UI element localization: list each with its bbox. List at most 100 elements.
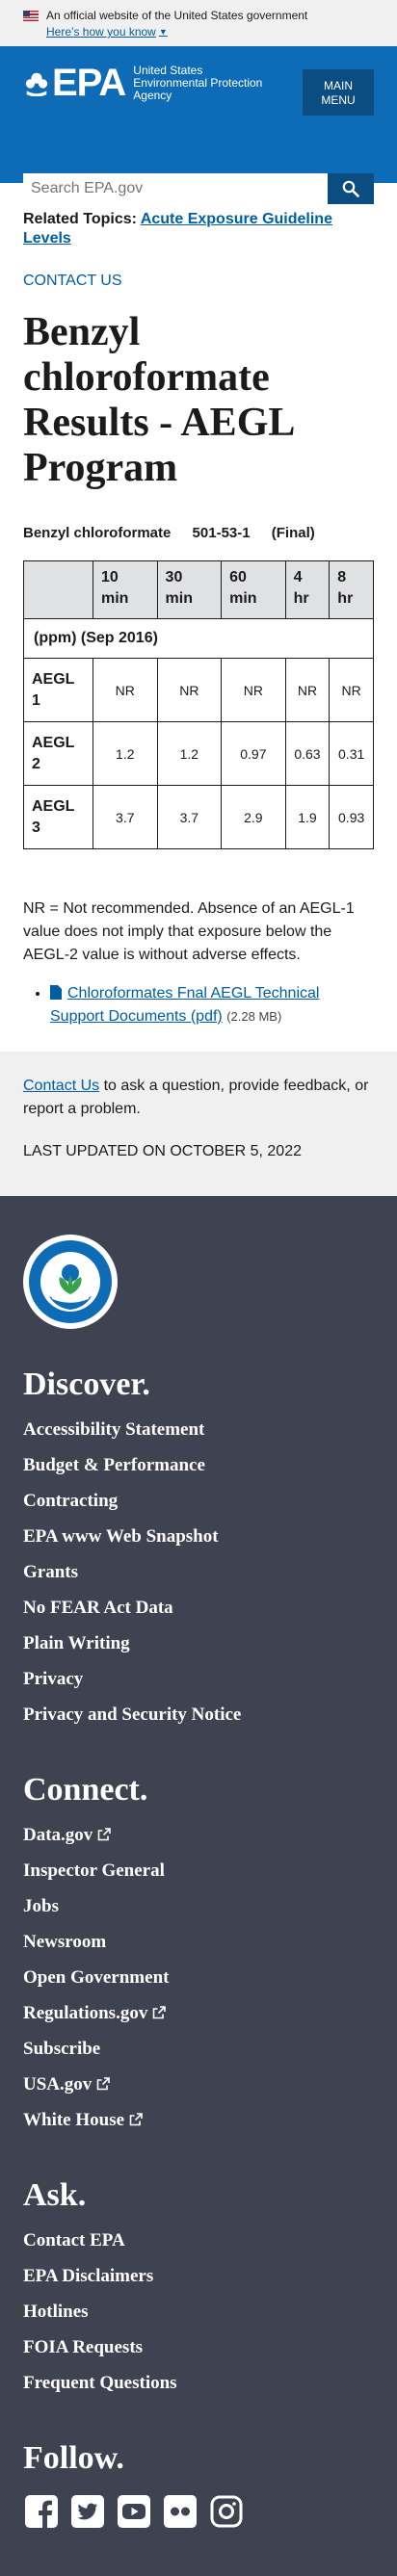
footer-link-web-snapshot[interactable]: EPA www Web Snapshot <box>23 1526 219 1547</box>
list-item: Regulations.gov <box>23 1995 374 2031</box>
table-cell: 0.31 <box>329 721 374 786</box>
list-item: Contact EPA <box>23 2223 374 2258</box>
table-header-cell <box>23 560 93 619</box>
page-title: Benzyl chloroformate Results - AEGL Prog… <box>23 310 294 490</box>
row-label: AEGL 3 <box>23 785 93 849</box>
footer-link-usa-gov[interactable]: USA.gov <box>23 2074 111 2095</box>
external-link-icon <box>129 2113 143 2126</box>
footer-link-plain-writing[interactable]: Plain Writing <box>23 1633 130 1653</box>
list-item: White House <box>23 2102 374 2138</box>
list-item: Jobs <box>23 1888 374 1924</box>
footer-link-privacy-security[interactable]: Privacy and Security Notice <box>23 1704 241 1725</box>
footer-link-contracting[interactable]: Contracting <box>23 1491 118 1511</box>
table-cell: 1.9 <box>284 785 331 849</box>
footer-link-privacy[interactable]: Privacy <box>23 1669 83 1689</box>
list-item: Grants <box>23 1554 374 1590</box>
footer-link-grants[interactable]: Grants <box>23 1562 78 1582</box>
list-item: Data.gov <box>23 1817 374 1853</box>
footer-link-jobs[interactable]: Jobs <box>23 1896 59 1916</box>
table-cell: NR <box>284 658 331 722</box>
list-item: No FEAR Act Data <box>23 1590 374 1626</box>
row-label: AEGL 1 <box>23 658 93 722</box>
table-unit-cell: (ppm) (Sep 2016) <box>23 618 374 659</box>
list-item: Privacy and Security Notice <box>23 1697 374 1732</box>
list-item: Chloroformates Fnal AEGL Technical Suppo… <box>50 982 374 1028</box>
footer-link-inspector-general[interactable]: Inspector General <box>23 1860 165 1881</box>
list-item: Privacy <box>23 1661 374 1697</box>
table-cell: NR <box>156 658 223 722</box>
ask-links: Contact EPA EPA Disclaimers Hotlines FOI… <box>23 2223 374 2401</box>
footer-link-hotlines[interactable]: Hotlines <box>23 2302 89 2322</box>
agency-name-line1: United States <box>133 63 203 77</box>
related-topics: Related Topics: Acute Exposure Guideline… <box>23 210 374 248</box>
agency-name-line2: Environmental Protection <box>133 75 263 90</box>
twitter-icon[interactable] <box>69 2493 106 2530</box>
epa-logo-mark: EPA <box>23 62 126 104</box>
footer-link-open-government[interactable]: Open Government <box>23 1967 169 1988</box>
footer-link-white-house[interactable]: White House <box>23 2110 143 2130</box>
ask-heading: Ask. <box>23 2177 87 2213</box>
list-item: Plain Writing <box>23 1626 374 1661</box>
list-item: Budget & Performance <box>23 1447 374 1483</box>
list-item: FOIA Requests <box>23 2329 374 2365</box>
table-row: AEGL 3 3.7 3.7 2.9 1.9 0.93 <box>23 785 374 849</box>
follow-heading: Follow. <box>23 2440 124 2476</box>
link-label: Regulations.gov <box>23 2003 148 2023</box>
footer-link-contact-epa[interactable]: Contact EPA <box>23 2230 125 2251</box>
epa-flower-icon <box>25 72 48 96</box>
footer-link-faq[interactable]: Frequent Questions <box>23 2373 177 2393</box>
footer-link-disclaimers[interactable]: EPA Disclaimers <box>23 2266 153 2286</box>
documents-list: Chloroformates Fnal AEGL Technical Suppo… <box>23 982 374 1028</box>
list-item: Frequent Questions <box>23 2365 374 2401</box>
footer-link-regulations-gov[interactable]: Regulations.gov <box>23 2003 167 2023</box>
page-footer: Contact Us to ask a question, provide fe… <box>0 1052 397 1196</box>
table-header-row: 10 min 30 min 60 min 4 hr 8 hr <box>23 560 374 619</box>
footer-link-newsroom[interactable]: Newsroom <box>23 1932 106 1952</box>
search-button[interactable] <box>328 173 374 204</box>
list-item: Accessibility Statement <box>23 1412 374 1447</box>
facebook-icon[interactable] <box>23 2493 60 2530</box>
table-cell: NR <box>329 658 374 722</box>
discover-heading: Discover. <box>23 1366 150 1402</box>
footer-contact-us-link[interactable]: Contact Us <box>23 1078 99 1094</box>
table-cell: 0.93 <box>329 785 374 849</box>
epa-seal-icon <box>23 1235 118 1329</box>
contact-us-link[interactable]: CONTACT US <box>23 272 374 291</box>
feedback-text: Contact Us to ask a question, provide fe… <box>23 1075 374 1121</box>
footer-link-no-fear[interactable]: No FEAR Act Data <box>23 1598 173 1618</box>
footer-link-data-gov[interactable]: Data.gov <box>23 1825 112 1845</box>
footer-link-budget[interactable]: Budget & Performance <box>23 1455 205 1475</box>
cas-number: 501-53-1 <box>192 525 251 541</box>
flickr-icon[interactable] <box>162 2493 198 2530</box>
epa-logo-text: EPA <box>52 62 126 104</box>
file-size: (2.28 MB) <box>226 1009 282 1024</box>
us-flag-icon <box>23 10 39 21</box>
table-row: AEGL 2 1.2 1.2 0.97 0.63 0.31 <box>23 721 374 786</box>
table-cell: 3.7 <box>156 785 223 849</box>
table-unit-row: (ppm) (Sep 2016) <box>23 618 374 659</box>
list-item: Contracting <box>23 1483 374 1519</box>
footer-link-accessibility[interactable]: Accessibility Statement <box>23 1419 204 1440</box>
search-input[interactable] <box>23 173 328 204</box>
list-item: USA.gov <box>23 2067 374 2102</box>
agency-name-line3: Agency <box>133 88 172 102</box>
list-item: EPA www Web Snapshot <box>23 1519 374 1554</box>
table-cell: NR <box>221 658 286 722</box>
table-row: AEGL 1 NR NR NR NR NR <box>23 658 374 722</box>
instagram-icon[interactable] <box>208 2493 245 2530</box>
list-item: Subscribe <box>23 2031 374 2067</box>
list-item: Newsroom <box>23 1924 374 1960</box>
list-item: Inspector General <box>23 1853 374 1888</box>
chemical-name: Benzyl chloroformate <box>23 525 172 541</box>
aegl-table: 10 min 30 min 60 min 4 hr 8 hr (ppm) (Se… <box>23 560 374 849</box>
table-header-cell: 30 min <box>156 560 223 619</box>
heres-how-you-know-link[interactable]: Here’s how you know ▼ <box>46 24 168 39</box>
table-cell: 0.97 <box>221 721 286 786</box>
list-item: EPA Disclaimers <box>23 2258 374 2294</box>
nr-note: NR = Not recommended. Absence of an AEGL… <box>23 900 355 963</box>
footer-link-foia[interactable]: FOIA Requests <box>23 2337 143 2357</box>
main-menu-button[interactable]: MAIN MENU <box>303 69 374 116</box>
footer-link-subscribe[interactable]: Subscribe <box>23 2039 100 2059</box>
youtube-icon[interactable] <box>116 2493 152 2530</box>
list-item: Hotlines <box>23 2294 374 2329</box>
